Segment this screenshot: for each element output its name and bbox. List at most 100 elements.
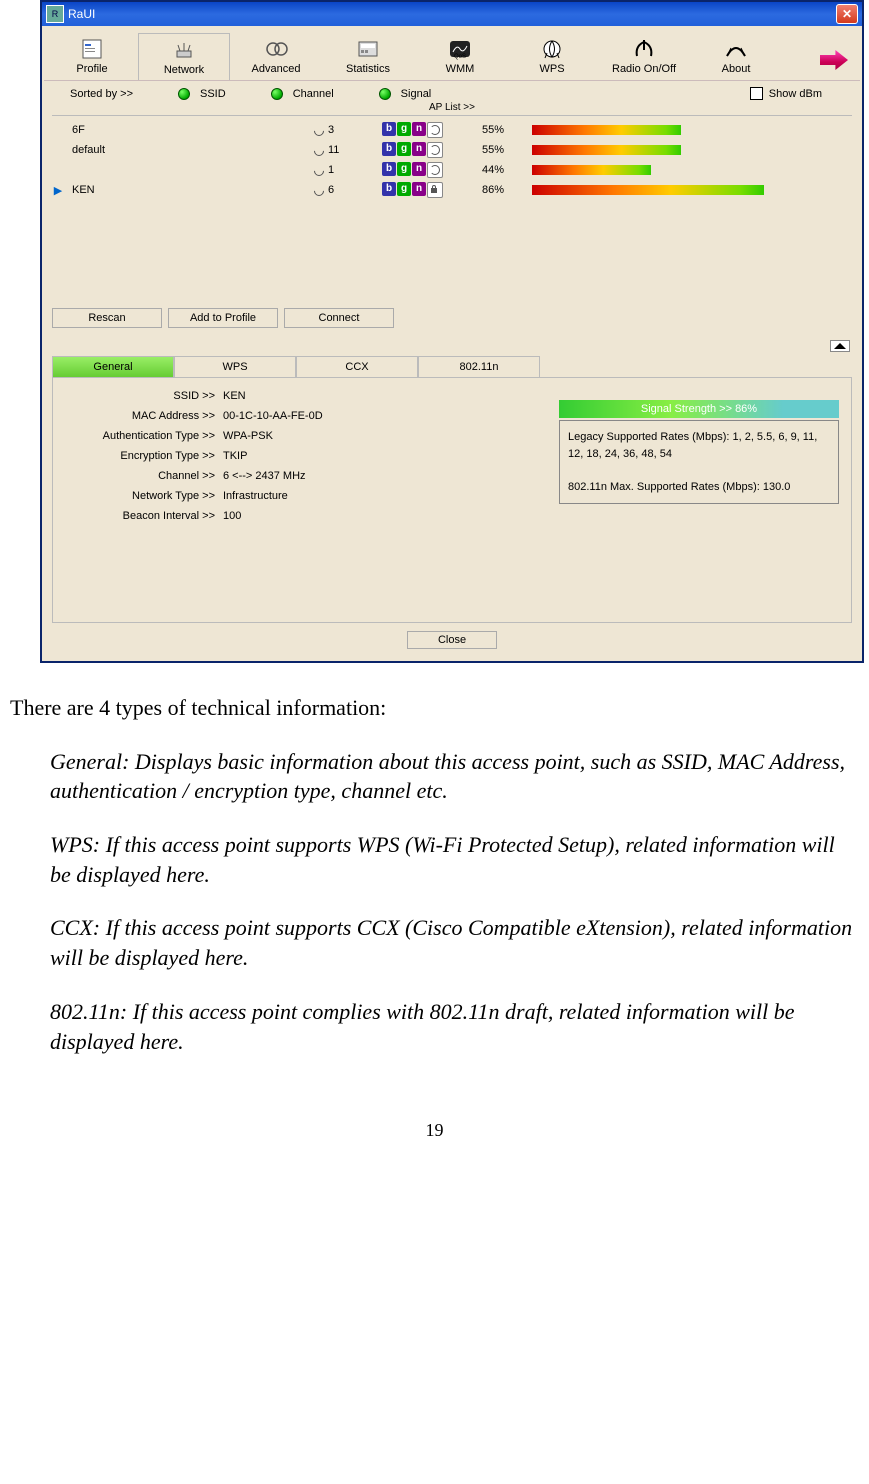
- detail-field: MAC Address >>00-1C-10-AA-FE-0D: [65, 410, 385, 422]
- tab-general[interactable]: General: [52, 356, 174, 377]
- tool-label: Profile: [47, 63, 137, 75]
- tool-label: Advanced: [231, 63, 321, 75]
- wrench-icon: [312, 124, 324, 136]
- field-value: TKIP: [223, 450, 247, 462]
- mode-b-icon: b: [382, 182, 396, 196]
- ap-ssid: 6F: [64, 124, 312, 136]
- add-to-profile-button[interactable]: Add to Profile: [168, 308, 278, 328]
- connect-button[interactable]: Connect: [284, 308, 394, 328]
- field-value: 6 <--> 2437 MHz: [223, 470, 306, 482]
- sort-channel[interactable]: Channel: [271, 88, 334, 100]
- ap-percent: 55%: [482, 124, 532, 136]
- ap-channel: 1: [312, 164, 382, 176]
- field-label: Network Type >>: [65, 490, 223, 502]
- tool-wmm[interactable]: QoS WMM: [414, 32, 506, 80]
- tab-ccx[interactable]: CCX: [296, 356, 418, 377]
- detail-field: SSID >>KEN: [65, 390, 385, 402]
- doc-intro: There are 4 types of technical informati…: [10, 693, 859, 723]
- mode-g-icon: g: [397, 162, 411, 176]
- app-icon: R: [46, 5, 64, 23]
- tool-label: WMM: [415, 63, 505, 75]
- doc-ccx: CCX: If this access point supports CCX (…: [50, 913, 859, 972]
- radio-icon: [379, 88, 391, 100]
- ap-list-label: AP List >>: [52, 100, 852, 116]
- mode-g-icon: g: [397, 142, 411, 156]
- tool-label: WPS: [507, 63, 597, 75]
- rescan-button[interactable]: Rescan: [52, 308, 162, 328]
- close-button[interactable]: Close: [407, 631, 497, 649]
- action-buttons: Rescan Add to Profile Connect: [52, 308, 852, 336]
- tool-icon: [47, 37, 137, 61]
- ap-signal-bar: [532, 145, 802, 155]
- detail-field: Encryption Type >>TKIP: [65, 450, 385, 462]
- ap-signal-bar: [532, 165, 802, 175]
- chevron-up-icon: [830, 340, 850, 352]
- ap-channel: 6: [312, 184, 382, 196]
- show-dbm-checkbox[interactable]: Show dBm: [750, 87, 822, 100]
- ap-row[interactable]: ▶KEN6bgn86%: [52, 180, 852, 200]
- ap-row[interactable]: 6F3bgn55%: [52, 120, 852, 140]
- checkbox-icon: [750, 87, 763, 100]
- tool-icon: QoS: [415, 37, 505, 61]
- doc-80211n: 802.11n: If this access point complies w…: [50, 997, 859, 1056]
- selected-icon: ▶: [52, 184, 64, 197]
- tool-statistics[interactable]: Statistics: [322, 32, 414, 80]
- field-label: Beacon Interval >>: [65, 510, 223, 522]
- field-value: 00-1C-10-AA-FE-0D: [223, 410, 323, 422]
- ap-mode-icons: bgn: [382, 162, 482, 178]
- legacy-rates: Legacy Supported Rates (Mbps): 1, 2, 5.5…: [568, 429, 830, 462]
- doc-wps: WPS: If this access point supports WPS (…: [50, 830, 859, 889]
- ap-mode-icons: bgn: [382, 182, 482, 198]
- mode-b-icon: b: [382, 142, 396, 156]
- detail-field: Channel >>6 <--> 2437 MHz: [65, 470, 385, 482]
- sort-bar: Sorted by >> SSID Channel Signal Show dB…: [44, 81, 860, 100]
- field-label: SSID >>: [65, 390, 223, 402]
- n-rates: 802.11n Max. Supported Rates (Mbps): 130…: [568, 479, 830, 496]
- tool-radio-on-off[interactable]: Radio On/Off: [598, 32, 690, 80]
- field-value: 100: [223, 510, 241, 522]
- field-label: Channel >>: [65, 470, 223, 482]
- document-text: There are 4 types of technical informati…: [0, 663, 869, 1056]
- tool-label: About: [691, 63, 781, 75]
- tool-icon: [507, 37, 597, 61]
- tool-profile[interactable]: Profile: [46, 32, 138, 80]
- next-arrow-icon[interactable]: [820, 50, 858, 80]
- raui-window: R RaUI ✕ ProfileNetworkAdvancedStatistic…: [40, 0, 864, 663]
- mode-b-icon: b: [382, 122, 396, 136]
- tab-wps[interactable]: WPS: [174, 356, 296, 377]
- refresh-icon: [427, 142, 443, 158]
- mode-n-icon: n: [412, 162, 426, 176]
- tab-802-11n[interactable]: 802.11n: [418, 356, 540, 377]
- ap-percent: 44%: [482, 164, 532, 176]
- field-label: Authentication Type >>: [65, 430, 223, 442]
- detail-field: Authentication Type >>WPA-PSK: [65, 430, 385, 442]
- tool-advanced[interactable]: Advanced: [230, 32, 322, 80]
- tool-about[interactable]: About: [690, 32, 782, 80]
- main-toolbar: ProfileNetworkAdvancedStatisticsQoS WMMWP…: [44, 28, 860, 81]
- detail-field: Network Type >>Infrastructure: [65, 490, 385, 502]
- titlebar: R RaUI ✕: [42, 2, 862, 26]
- tool-label: Radio On/Off: [599, 63, 689, 75]
- mode-g-icon: g: [397, 122, 411, 136]
- close-icon[interactable]: ✕: [836, 4, 858, 24]
- detail-field: Beacon Interval >>100: [65, 510, 385, 522]
- ap-mode-icons: bgn: [382, 122, 482, 138]
- lock-icon: [427, 182, 443, 198]
- mode-n-icon: n: [412, 122, 426, 136]
- ap-row[interactable]: default11bgn55%: [52, 140, 852, 160]
- mode-g-icon: g: [397, 182, 411, 196]
- radio-icon: [271, 88, 283, 100]
- tool-icon: [323, 37, 413, 61]
- tool-wps[interactable]: WPS: [506, 32, 598, 80]
- radio-icon: [178, 88, 190, 100]
- detail-fields: SSID >>KEN MAC Address >>00-1C-10-AA-FE-0…: [65, 390, 385, 610]
- wrench-icon: [312, 144, 324, 156]
- ap-signal-bar: [532, 185, 802, 195]
- tool-label: Statistics: [323, 63, 413, 75]
- sort-ssid[interactable]: SSID: [178, 88, 226, 100]
- ap-row[interactable]: 1bgn44%: [52, 160, 852, 180]
- sort-signal[interactable]: Signal: [379, 88, 432, 100]
- collapse-toggle[interactable]: [44, 340, 860, 356]
- tool-icon: [691, 37, 781, 61]
- tool-network[interactable]: Network: [138, 33, 230, 80]
